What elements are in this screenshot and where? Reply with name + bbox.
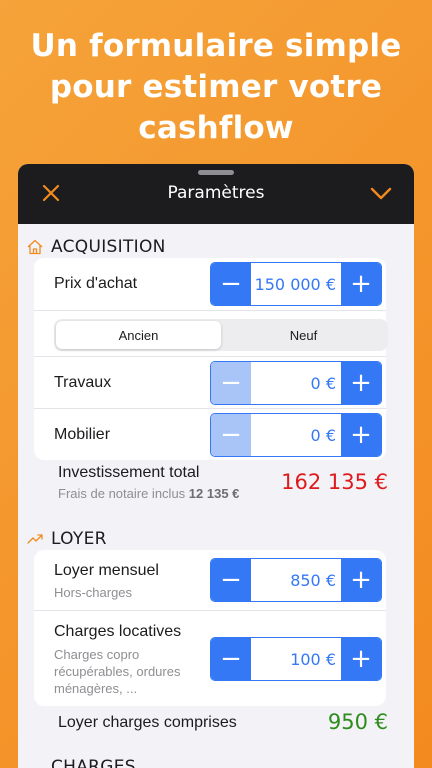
- nav-title: Paramètres: [167, 183, 265, 203]
- section-acquisition-title: ACQUISITION: [51, 237, 166, 257]
- prix-achat-value[interactable]: 150 000 €: [251, 263, 341, 305]
- travaux-increment-button[interactable]: +: [341, 362, 381, 404]
- loyer-mensuel-value[interactable]: 850 €: [251, 559, 341, 601]
- frais-notaire-amount: 12 135 €: [188, 486, 240, 501]
- condition-segmented-control: Ancien Neuf: [54, 319, 388, 351]
- confirm-button[interactable]: [368, 180, 394, 206]
- loyer-mensuel-sub: Hors-charges: [54, 585, 133, 600]
- mobilier-value[interactable]: 0 €: [251, 414, 341, 456]
- mobilier-label: Mobilier: [54, 426, 111, 443]
- loyer-cc-label: Loyer charges comprises: [58, 714, 237, 731]
- loyer-card: Loyer mensuel Hors-charges − 850 € + Cha…: [34, 550, 386, 706]
- travaux-decrement-button[interactable]: −: [211, 362, 251, 404]
- settings-sheet: Paramètres ACQUISITION Prix d'achat − 15…: [18, 164, 414, 768]
- acquisition-card: Prix d'achat − 150 000 € + Ancien Neuf T…: [34, 258, 388, 460]
- mobilier-decrement-button[interactable]: −: [211, 414, 251, 456]
- row-travaux: Travaux − 0 € +: [34, 356, 386, 408]
- mobilier-increment-button[interactable]: +: [341, 414, 381, 456]
- charges-locatives-sub: Charges copro récupérables, ordures ména…: [54, 646, 214, 697]
- charges-increment-button[interactable]: +: [341, 638, 381, 680]
- travaux-stepper: − 0 € +: [210, 361, 382, 405]
- prix-achat-stepper: − 150 000 € +: [210, 262, 382, 306]
- promo-headline: Un formulaire simple pour estimer votre …: [0, 26, 432, 149]
- travaux-label: Travaux: [54, 374, 112, 391]
- row-prix-achat: Prix d'achat − 150 000 € +: [34, 258, 386, 310]
- row-condition: Ancien Neuf: [34, 310, 388, 356]
- loyer-mensuel-label: Loyer mensuel: [54, 562, 159, 579]
- row-loyer-mensuel: Loyer mensuel Hors-charges − 850 € +: [34, 550, 386, 610]
- loyer-mensuel-decrement-button[interactable]: −: [211, 559, 251, 601]
- investissement-total-value: 162 135 €: [281, 470, 388, 494]
- headline-line-2: pour estimer votre: [49, 69, 383, 105]
- chevron-down-icon: [370, 187, 392, 200]
- sheet-grabber[interactable]: [198, 170, 234, 175]
- investissement-total-label: Investissement total: [58, 464, 200, 481]
- charges-decrement-button[interactable]: −: [211, 638, 251, 680]
- section-charges-title: CHARGES: [51, 757, 136, 768]
- segment-neuf[interactable]: Neuf: [221, 321, 386, 349]
- home-icon: [27, 239, 43, 255]
- headline-line-3: cashflow: [138, 110, 294, 146]
- prix-achat-increment-button[interactable]: +: [341, 263, 381, 305]
- row-mobilier: Mobilier − 0 € +: [34, 408, 386, 460]
- row-charges-locatives: Charges locatives Charges copro récupéra…: [34, 610, 386, 706]
- trend-up-icon: [27, 534, 43, 544]
- section-acquisition-header: ACQUISITION: [26, 236, 166, 258]
- charges-sub-line-1: Charges copro: [54, 647, 140, 662]
- charges-sub-line-2: récupérables, ordures: [54, 664, 181, 679]
- section-loyer-header: LOYER: [26, 528, 107, 550]
- section-loyer-title: LOYER: [51, 529, 107, 549]
- frais-notaire-prefix: Frais de notaire inclus: [58, 486, 189, 501]
- mobilier-stepper: − 0 € +: [210, 413, 382, 457]
- frais-notaire-note: Frais de notaire inclus 12 135 €: [58, 486, 239, 501]
- section-charges-header: CHARGES: [51, 756, 136, 768]
- segment-ancien[interactable]: Ancien: [56, 321, 221, 349]
- charges-locatives-stepper: − 100 € +: [210, 637, 382, 681]
- prix-achat-label: Prix d'achat: [54, 275, 138, 292]
- headline-line-1: Un formulaire simple: [30, 28, 402, 64]
- navbar: Paramètres: [18, 164, 414, 224]
- charges-sub-line-3: ménagères, ...: [54, 681, 138, 696]
- charges-value[interactable]: 100 €: [251, 638, 341, 680]
- charges-locatives-label: Charges locatives: [54, 623, 182, 640]
- loyer-mensuel-stepper: − 850 € +: [210, 558, 382, 602]
- loyer-cc-value: 950 €: [327, 710, 388, 734]
- loyer-mensuel-increment-button[interactable]: +: [341, 559, 381, 601]
- prix-achat-decrement-button[interactable]: −: [211, 263, 251, 305]
- travaux-value[interactable]: 0 €: [251, 362, 341, 404]
